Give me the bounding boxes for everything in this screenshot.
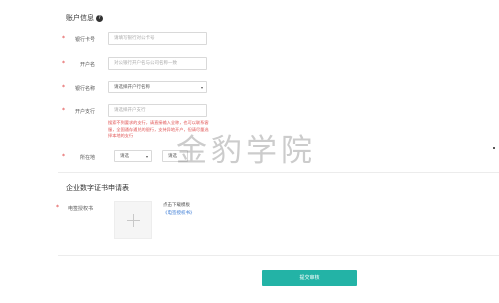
help-icon[interactable]: ? [96, 15, 103, 22]
province-select[interactable]: 请选 ▾ [114, 150, 152, 162]
footer-divider [58, 255, 499, 256]
bank-name-label: 银行名称 [74, 86, 95, 92]
decorative-dot [493, 147, 495, 149]
upload-area[interactable] [114, 201, 152, 239]
account-section-title: 账户信息? [66, 13, 103, 23]
account-name-input[interactable]: 对公银行开户名与公司名称一致 [108, 57, 207, 70]
province-value: 请选 [120, 154, 129, 159]
certificate-section-title: 企业数字证书申请表 [66, 184, 129, 192]
plus-icon-vertical [133, 214, 134, 227]
card-number-input[interactable]: 请填写银行对公卡号 [108, 32, 207, 45]
authorization-label: 电签授权书 [67, 206, 93, 212]
section-divider [58, 172, 499, 173]
bank-name-value: 请选择开户行名称 [114, 85, 150, 90]
submit-button[interactable]: 提交审核 [262, 270, 357, 286]
chevron-down-icon: ▾ [200, 85, 203, 90]
branch-label: 开户支行 [74, 109, 95, 115]
watermark: 金豹学院 [176, 133, 316, 169]
location-label: 所在地 [79, 155, 95, 161]
download-template-text: 点击下载模板 [163, 203, 190, 208]
chevron-down-icon: ▾ [145, 154, 148, 159]
download-template-link[interactable]: 《电签授权书》 [163, 210, 195, 216]
account-name-label: 开户名 [79, 62, 95, 68]
bank-name-select[interactable]: 请选择开户行名称 ▾ [108, 81, 207, 93]
account-section-title-text: 账户信息 [66, 14, 94, 22]
branch-input[interactable]: 请选择开户支行 [108, 104, 207, 117]
card-number-label: 银行卡号 [74, 37, 95, 43]
